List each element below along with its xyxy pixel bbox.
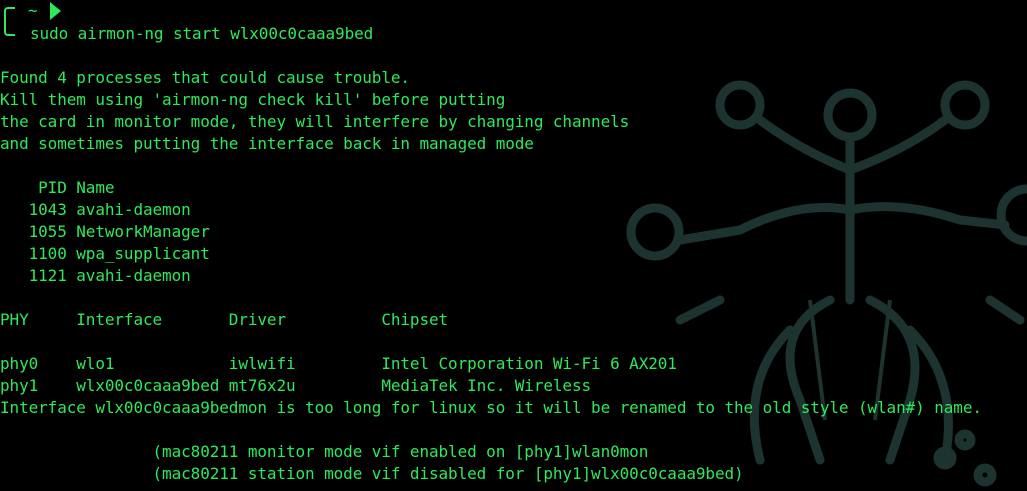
interface-table-header: PHY Interface Driver Chipset (0, 310, 449, 329)
status-line: (mac80211 monitor mode vif enabled on [p… (0, 442, 649, 461)
rename-notice: Interface wlx00c0caaa9bedmon is too long… (0, 398, 982, 417)
process-row: 1100 wpa_supplicant (0, 244, 210, 263)
warning-line: Kill them using 'airmon-ng check kill' b… (0, 90, 506, 109)
prompt-arrow-icon (50, 2, 61, 20)
interface-row: phy0 wlo1 iwlwifi Intel Corporation Wi-F… (0, 354, 677, 373)
process-table-header: PID Name (0, 178, 115, 197)
warning-line: Found 4 processes that could cause troub… (0, 68, 410, 87)
process-row: 1043 avahi-daemon (0, 200, 191, 219)
interface-row: phy1 wlx00c0caaa9bed mt76x2u MediaTek In… (0, 376, 592, 395)
warning-line: the card in monitor mode, they will inte… (0, 112, 630, 131)
status-line: (mac80211 station mode vif disabled for … (0, 464, 744, 483)
process-row: 1055 NetworkManager (0, 222, 210, 241)
process-row: 1121 avahi-daemon (0, 266, 191, 285)
prompt-bracket-icon (4, 7, 15, 36)
terminal-window[interactable]: ~ sudo airmon-ng start wlx00c0caaa9bed F… (0, 0, 1027, 491)
prompt-cwd: ~ (28, 1, 38, 20)
warning-line: and sometimes putting the interface back… (0, 134, 534, 153)
command-text[interactable]: sudo airmon-ng start wlx00c0caaa9bed (30, 23, 373, 45)
